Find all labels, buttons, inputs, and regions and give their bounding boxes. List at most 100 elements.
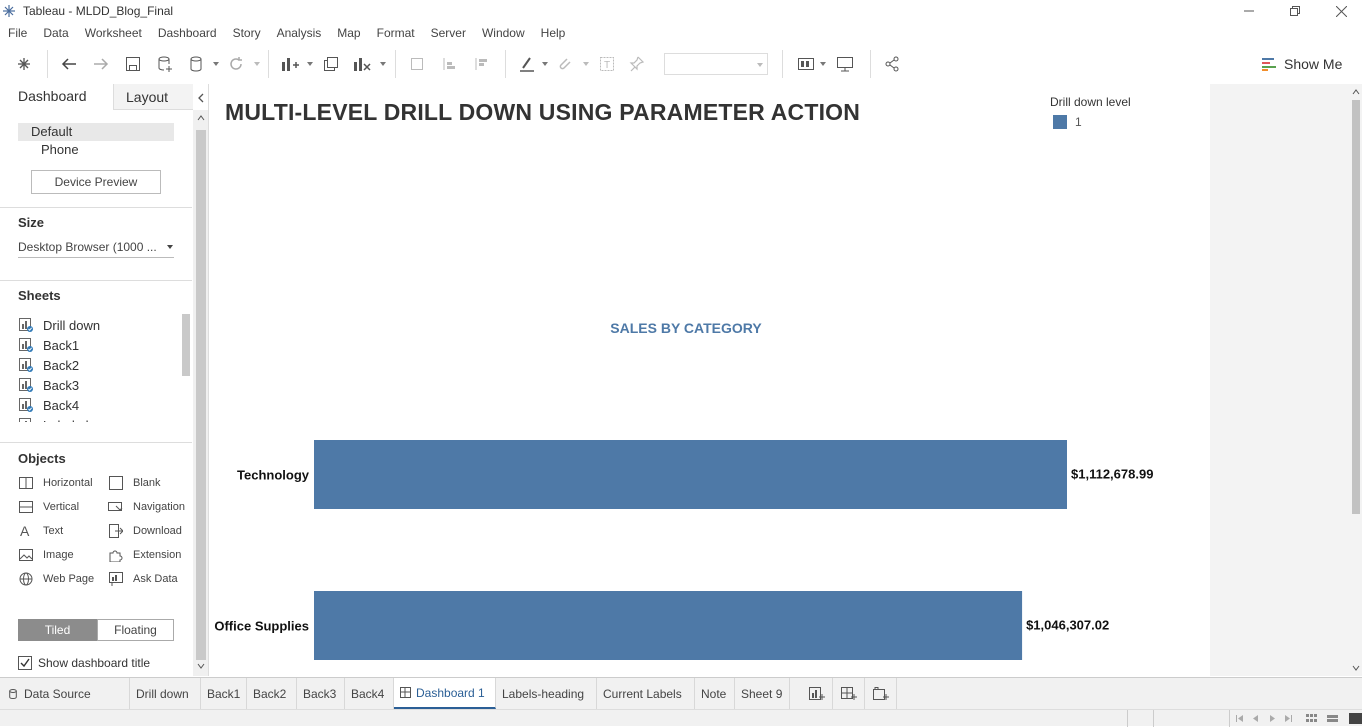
tab-labels-heading[interactable]: Labels-heading (496, 678, 597, 709)
sheet-item[interactable]: Back1 (18, 336, 79, 354)
chart-title: SALES BY CATEGORY (610, 320, 762, 336)
menu-map[interactable]: Map (337, 26, 360, 40)
floating-button[interactable]: Floating (97, 619, 174, 641)
tab-back1[interactable]: Back1 (201, 678, 247, 709)
menu-help[interactable]: Help (541, 26, 566, 40)
sheet-item[interactable]: Drill down (18, 316, 100, 334)
menu-server[interactable]: Server (431, 26, 466, 40)
undo-icon[interactable] (58, 53, 80, 75)
menu-analysis[interactable]: Analysis (277, 26, 322, 40)
highlight-icon[interactable] (516, 53, 538, 75)
object-image[interactable]: Image (18, 546, 74, 564)
sort-descending-icon[interactable] (470, 53, 492, 75)
tab-drill-down[interactable]: Drill down (130, 678, 201, 709)
tableau-home-icon[interactable] (13, 53, 35, 75)
show-me-button[interactable]: Show Me (1262, 54, 1342, 74)
bar-technology[interactable] (314, 440, 1067, 509)
minimize-button[interactable] (1226, 0, 1272, 22)
sheet-item[interactable]: Back3 (18, 376, 79, 394)
svg-text:T: T (604, 60, 610, 71)
device-phone[interactable]: Phone (41, 141, 79, 159)
object-web-page[interactable]: Web Page (18, 570, 94, 588)
tab-label: Back2 (253, 686, 287, 701)
object-vertical[interactable]: Vertical (18, 498, 79, 516)
tableau-logo-icon (3, 5, 15, 17)
group-members-icon[interactable] (554, 53, 576, 75)
bar-office-supplies[interactable] (314, 591, 1023, 660)
dashboard-title: MULTI-LEVEL DRILL DOWN USING PARAMETER A… (225, 99, 861, 125)
sheets-scrollbar[interactable] (182, 314, 190, 376)
share-icon[interactable] (881, 53, 903, 75)
tab-label: Sheet 9 (741, 686, 783, 701)
tab-label: Current Labels (603, 686, 682, 701)
tab-label: Back4 (351, 686, 385, 701)
tab-current-labels[interactable]: Current Labels (597, 678, 695, 709)
object-label: Image (43, 549, 74, 561)
duplicate-sheet-icon[interactable] (320, 53, 342, 75)
fit-dropdown[interactable] (664, 53, 768, 75)
device-preview-button[interactable]: Device Preview (31, 170, 161, 194)
sheet-item[interactable]: Labels-hea (18, 416, 107, 422)
new-worksheet-tab-icon[interactable] (801, 678, 833, 709)
object-extension[interactable]: Extension (108, 546, 181, 564)
pause-updates-icon[interactable] (186, 53, 208, 75)
object-blank[interactable]: Blank (108, 474, 161, 492)
new-story-tab-icon[interactable] (865, 678, 897, 709)
new-data-source-icon[interactable] (154, 53, 176, 75)
show-dashboard-title-checkbox[interactable]: Show dashboard title (18, 655, 150, 671)
object-text[interactable]: A Text (18, 522, 63, 540)
object-horizontal[interactable]: Horizontal (18, 474, 93, 492)
collapse-panel-icon[interactable] (193, 88, 208, 108)
tab-back2[interactable]: Back2 (247, 678, 297, 709)
save-icon[interactable] (122, 53, 144, 75)
tab-note[interactable]: Note (695, 678, 735, 709)
size-dropdown[interactable]: Desktop Browser (1000 ... (18, 238, 174, 258)
swap-rows-columns-icon[interactable] (406, 53, 428, 75)
toolbar: T Show Me (0, 44, 1362, 84)
tab-layout[interactable]: Layout (113, 84, 193, 110)
legend-item[interactable]: 1 (1053, 115, 1082, 129)
show-cards-icon[interactable] (795, 53, 817, 75)
database-icon (9, 688, 17, 699)
tiled-button[interactable]: Tiled (18, 619, 97, 641)
category-label: Office Supplies (214, 619, 309, 634)
canvas-scrollbar[interactable] (1350, 84, 1362, 676)
new-dashboard-tab-icon[interactable] (833, 678, 865, 709)
fix-axes-icon[interactable] (626, 53, 648, 75)
dashboard-side-panel: Dashboard Layout Default Phone Device Pr… (0, 84, 209, 676)
restore-button[interactable] (1272, 0, 1318, 22)
menu-format[interactable]: Format (377, 26, 415, 40)
menu-dashboard[interactable]: Dashboard (158, 26, 217, 40)
menu-data[interactable]: Data (43, 26, 68, 40)
menu-worksheet[interactable]: Worksheet (85, 26, 142, 40)
menu-story[interactable]: Story (233, 26, 261, 40)
object-navigation[interactable]: Navigation (108, 498, 185, 516)
tab-label: Back1 (207, 686, 241, 701)
new-worksheet-icon[interactable] (279, 53, 301, 75)
presentation-mode-icon[interactable] (834, 53, 856, 75)
panel-scrollbar[interactable] (193, 110, 208, 676)
tab-sheet-9[interactable]: Sheet 9 (735, 678, 790, 709)
sort-ascending-icon[interactable] (438, 53, 460, 75)
tab-back4[interactable]: Back4 (345, 678, 394, 709)
sheet-item[interactable]: Back2 (18, 356, 79, 374)
redo-icon[interactable] (90, 53, 112, 75)
view-mode-icons[interactable] (1306, 713, 1362, 724)
tab-data-source[interactable]: Data Source (0, 678, 130, 709)
object-label: Vertical (43, 501, 80, 513)
device-default[interactable]: Default (18, 123, 174, 141)
close-button[interactable] (1318, 0, 1362, 22)
object-download[interactable]: Download (108, 522, 182, 540)
object-ask-data[interactable]: Ask Data (108, 570, 178, 588)
tab-back3[interactable]: Back3 (297, 678, 345, 709)
sheet-navigation-icon[interactable] (1236, 714, 1296, 723)
window-title: Tableau - MLDD_Blog_Final (23, 4, 174, 18)
clear-sheet-icon[interactable] (351, 53, 373, 75)
show-mark-labels-icon[interactable]: T (596, 53, 618, 75)
refresh-icon[interactable] (225, 53, 247, 75)
tab-dashboard-1[interactable]: Dashboard 1 (394, 678, 496, 709)
tab-dashboard[interactable]: Dashboard (0, 84, 113, 110)
sheet-item[interactable]: Back4 (18, 396, 79, 414)
menu-window[interactable]: Window (482, 26, 525, 40)
menu-file[interactable]: File (8, 26, 27, 40)
